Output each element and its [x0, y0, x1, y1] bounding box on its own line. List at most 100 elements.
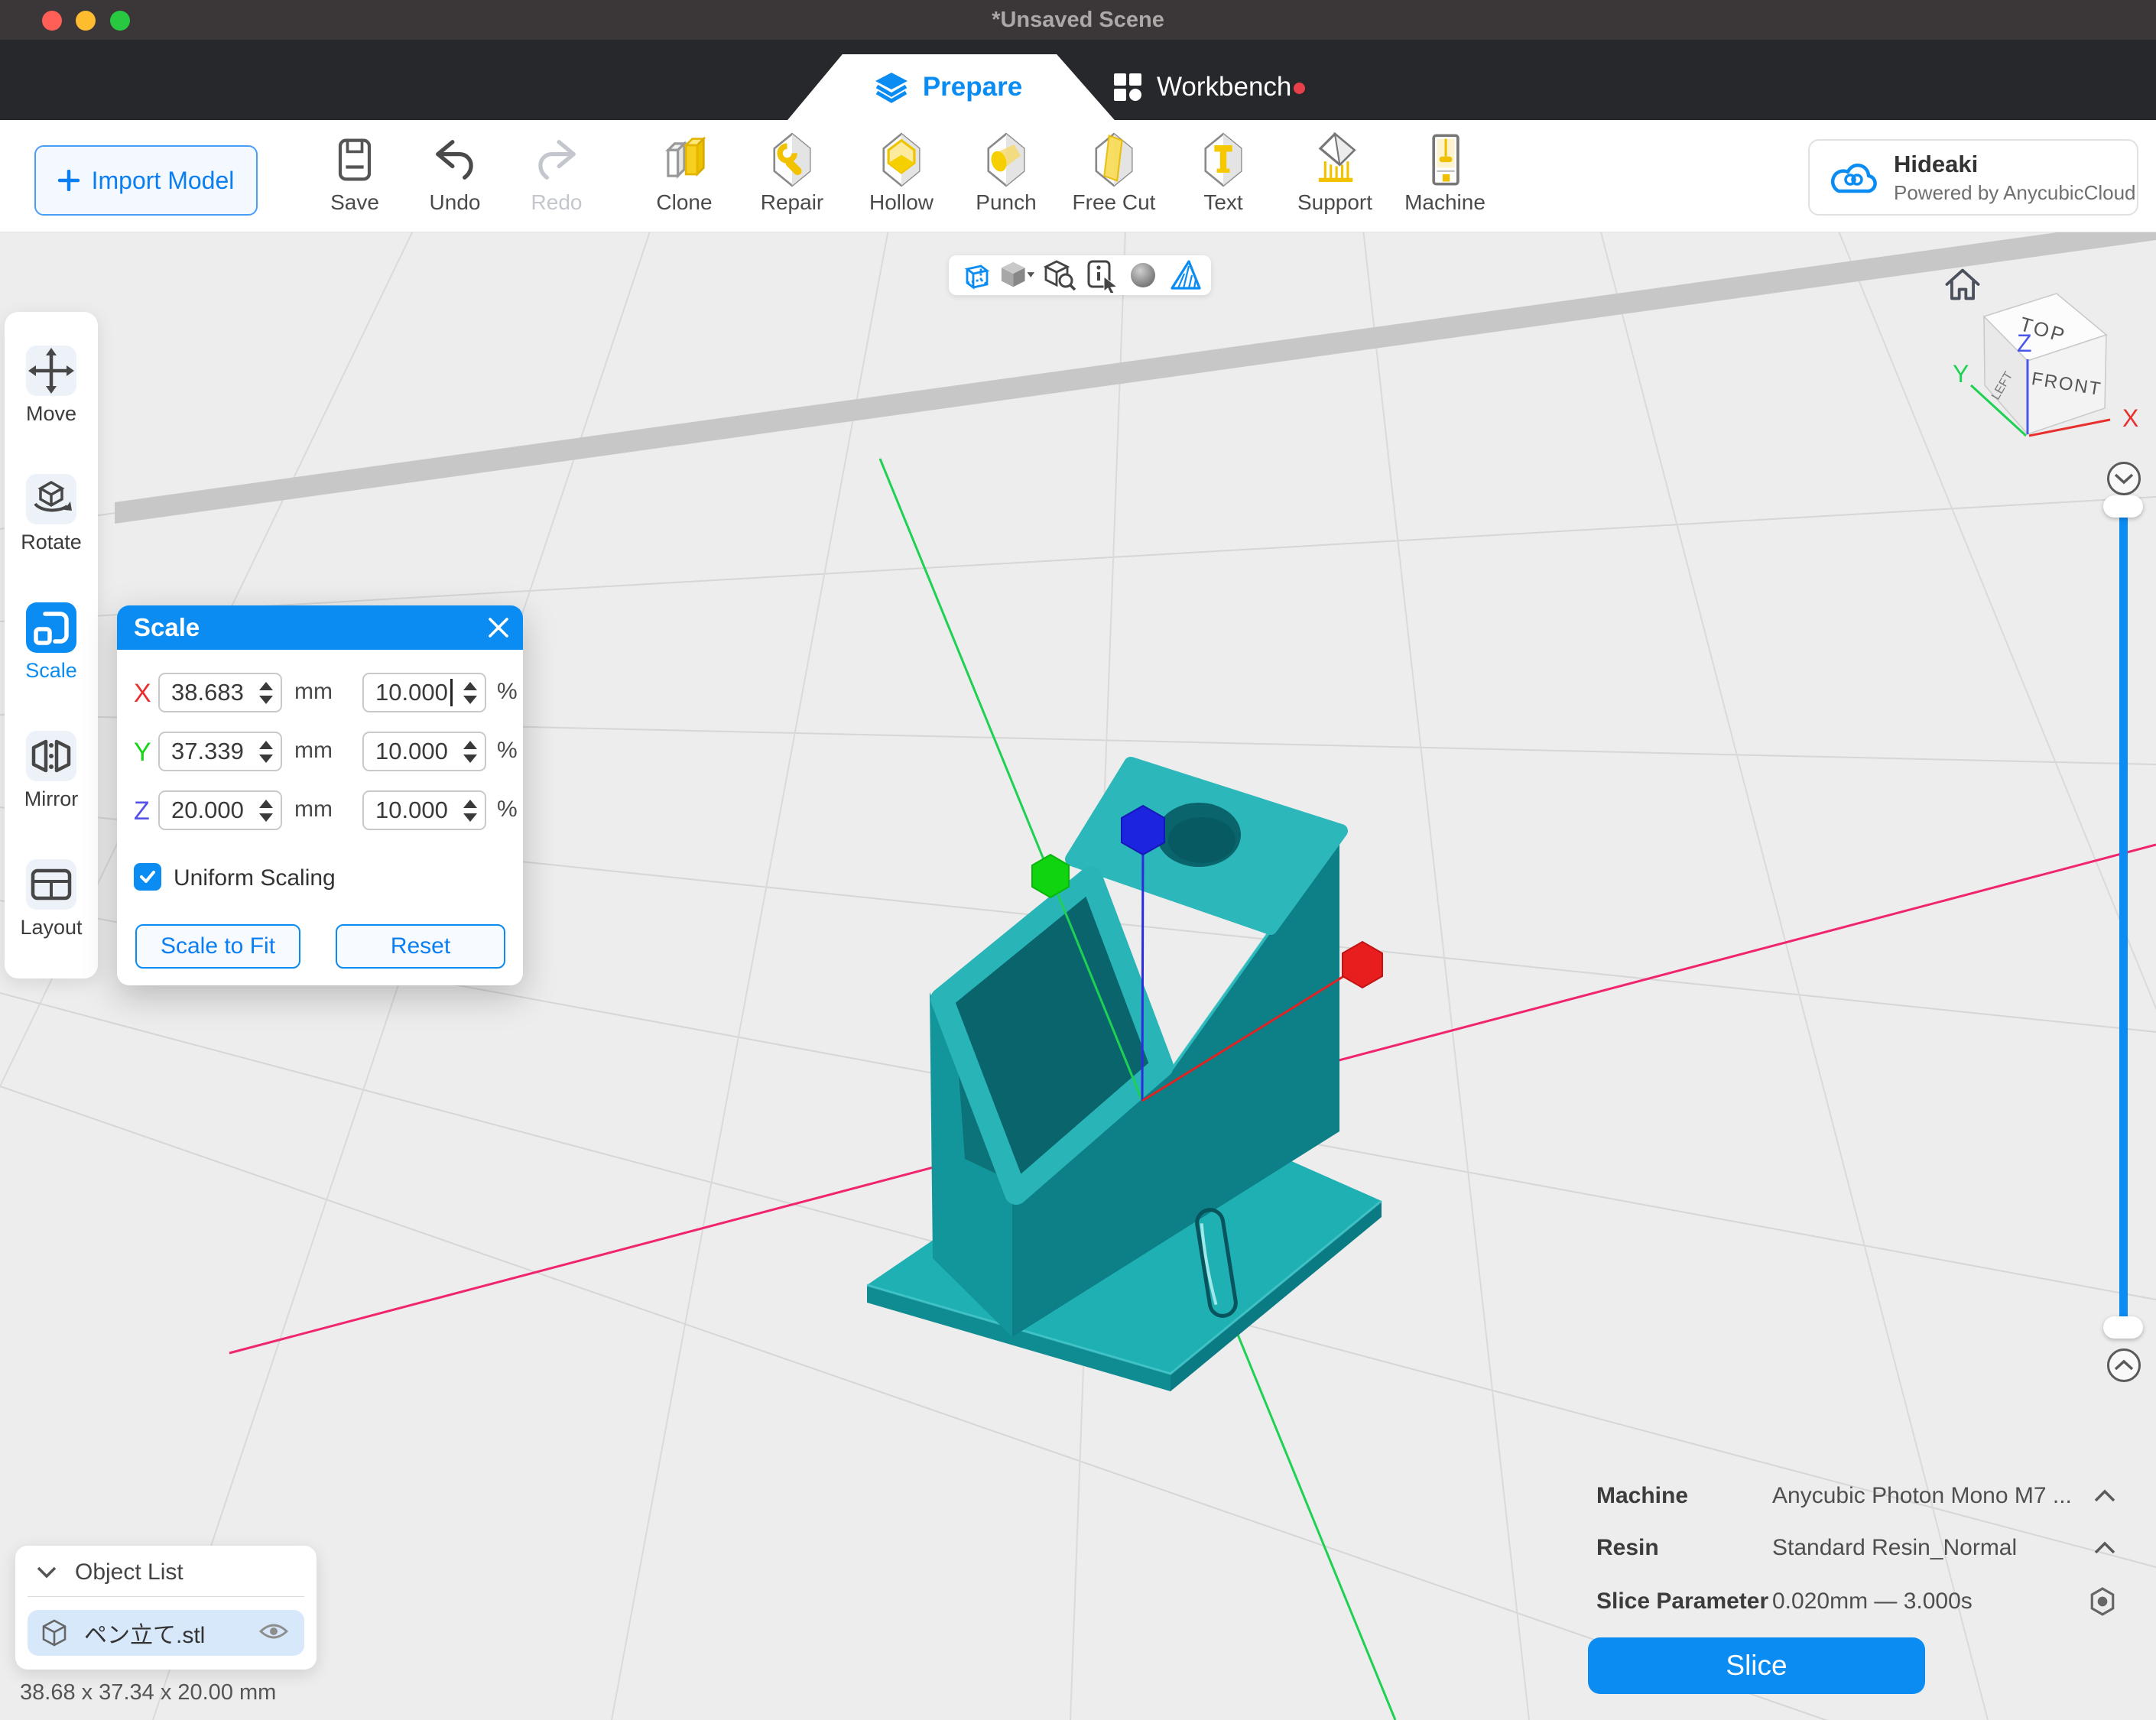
slice-settings-icon[interactable]: [2089, 1587, 2116, 1616]
repair-button[interactable]: Repair: [742, 131, 843, 215]
wireframe-box-icon[interactable]: [956, 257, 993, 294]
clone-button[interactable]: Clone: [634, 131, 735, 215]
x-percent-spinner[interactable]: [463, 674, 477, 711]
close-dialog-button[interactable]: [486, 615, 511, 640]
view-cube[interactable]: TOP FRONT LEFT X Y Z: [1927, 269, 2156, 475]
scale-dialog-header[interactable]: Scale: [117, 605, 523, 650]
chevron-up-icon[interactable]: [2093, 1488, 2116, 1504]
chevron-down-icon: [2114, 472, 2134, 485]
object-list-title: Object List: [75, 1559, 183, 1585]
clip-slider-track[interactable]: [2119, 508, 2128, 1327]
text-icon: [1194, 131, 1252, 189]
slice-parameter-row[interactable]: Slice Parameter 0.020mm — 3.000s: [1596, 1587, 2116, 1616]
tab-bar: Prepare Workbench: [0, 40, 2156, 120]
clip-slider-handle-top[interactable]: [2103, 495, 2143, 518]
redo-button[interactable]: Redo: [506, 131, 607, 215]
close-icon: [487, 616, 510, 639]
plus-icon: [58, 170, 80, 191]
repair-icon: [763, 131, 821, 189]
anycubic-cloud-icon: [1828, 157, 1878, 197]
uniform-scaling-checkbox[interactable]: [134, 863, 161, 891]
y-percent-spinner[interactable]: [463, 733, 477, 770]
clone-icon: [655, 131, 713, 189]
y-mm-spinner[interactable]: [259, 733, 273, 770]
machine-icon: [1416, 131, 1474, 189]
chevron-up-icon[interactable]: [2093, 1540, 2116, 1556]
slice-view-icon[interactable]: [1167, 257, 1203, 294]
slider-collapse-top-button[interactable]: [2107, 462, 2141, 495]
clip-slider-handle-bottom[interactable]: [2103, 1316, 2143, 1339]
z-mm-input[interactable]: 20.000: [158, 790, 282, 830]
support-icon: [1306, 131, 1364, 189]
machine-value: Anycubic Photon Mono M7 ...: [1772, 1483, 2093, 1509]
x-mm-input[interactable]: 38.683: [158, 673, 282, 712]
move-icon: [27, 346, 76, 395]
tab-prepare[interactable]: Prepare: [780, 54, 1116, 120]
viewport-toolbar: [949, 255, 1211, 295]
mirror-icon: [27, 732, 76, 780]
prepare-layers-icon: [874, 71, 909, 103]
sidebar-item-layout[interactable]: Layout: [5, 859, 98, 940]
rotate-icon: [27, 475, 76, 524]
punch-icon: [977, 131, 1035, 189]
sidebar-item-rotate[interactable]: Rotate: [5, 474, 98, 554]
object-list-header[interactable]: Object List: [37, 1559, 183, 1585]
tab-workbench[interactable]: Workbench: [1112, 54, 1291, 120]
account-card[interactable]: Hideaki Powered by AnycubicCloud: [1808, 139, 2138, 216]
hollow-button[interactable]: Hollow: [851, 131, 952, 215]
text-button[interactable]: Text: [1173, 131, 1274, 215]
reset-button[interactable]: Reset: [336, 924, 505, 969]
model-dimensions: 38.68 x 37.34 x 20.00 mm: [20, 1680, 276, 1705]
x-mm-spinner[interactable]: [259, 674, 273, 711]
free-cut-icon: [1085, 131, 1143, 189]
scale-icon: [27, 603, 76, 652]
select-info-icon[interactable]: [1083, 257, 1119, 294]
z-percent-spinner[interactable]: [463, 792, 477, 829]
machine-row[interactable]: Machine Anycubic Photon Mono M7 ...: [1596, 1483, 2116, 1509]
object-list-item[interactable]: ペン立て.stl: [28, 1610, 304, 1656]
chevron-down-icon: [37, 1566, 57, 1579]
slider-collapse-bottom-button[interactable]: [2107, 1348, 2141, 1382]
z-axis-label: Z: [134, 797, 160, 826]
resin-row[interactable]: Resin Standard Resin_Normal: [1596, 1535, 2116, 1561]
y-percent-input[interactable]: 10.000: [362, 732, 486, 771]
y-axis-label: Y: [134, 738, 160, 768]
save-button[interactable]: Save: [304, 131, 405, 215]
support-button[interactable]: Support: [1284, 131, 1385, 215]
x-axis-label: X: [134, 679, 160, 709]
undo-button[interactable]: Undo: [404, 131, 505, 215]
sidebar-item-mirror[interactable]: Mirror: [5, 731, 98, 811]
chevron-up-icon: [2114, 1359, 2134, 1371]
import-model-button[interactable]: Import Model: [34, 145, 258, 216]
object-name: ペン立て.stl: [84, 1616, 242, 1650]
axis-x-label: X: [2122, 404, 2138, 432]
visibility-toggle[interactable]: [258, 1621, 304, 1646]
workbench-grid-icon: [1112, 72, 1143, 102]
material-sphere-icon[interactable]: [1125, 257, 1161, 294]
axis-y-label: Y: [1953, 360, 1969, 388]
divider: [28, 1596, 304, 1597]
y-mm-input[interactable]: 37.339: [158, 732, 282, 771]
x-percent-input[interactable]: 10.000: [362, 673, 486, 712]
account-subtitle: Powered by AnycubicCloud: [1894, 181, 2136, 205]
main-toolbar: Import Model Save Undo Redo: [0, 120, 2156, 232]
undo-icon: [426, 131, 484, 189]
save-icon: [326, 131, 384, 189]
transform-tool-panel: Move Rotate Scale Mi: [5, 312, 98, 978]
layout-icon: [27, 860, 76, 909]
scale-to-fit-button[interactable]: Scale to Fit: [135, 924, 300, 969]
sidebar-item-move[interactable]: Move: [5, 346, 98, 426]
scale-dialog: Scale X 38.683 mm 10.000 % Y 37.339 mm 1: [117, 605, 523, 985]
free-cut-button[interactable]: Free Cut: [1063, 131, 1164, 215]
z-percent-input[interactable]: 10.000: [362, 790, 486, 830]
zoom-model-icon[interactable]: [1041, 257, 1077, 294]
slice-button[interactable]: Slice: [1588, 1637, 1925, 1694]
account-name: Hideaki: [1894, 151, 2136, 178]
shaded-box-icon[interactable]: [998, 257, 1035, 294]
z-mm-spinner[interactable]: [259, 792, 273, 829]
check-icon: [138, 868, 157, 886]
titlebar[interactable]: *Unsaved Scene: [0, 0, 2156, 40]
punch-button[interactable]: Punch: [956, 131, 1057, 215]
sidebar-item-scale[interactable]: Scale: [5, 602, 98, 683]
machine-button[interactable]: Machine: [1395, 131, 1495, 215]
